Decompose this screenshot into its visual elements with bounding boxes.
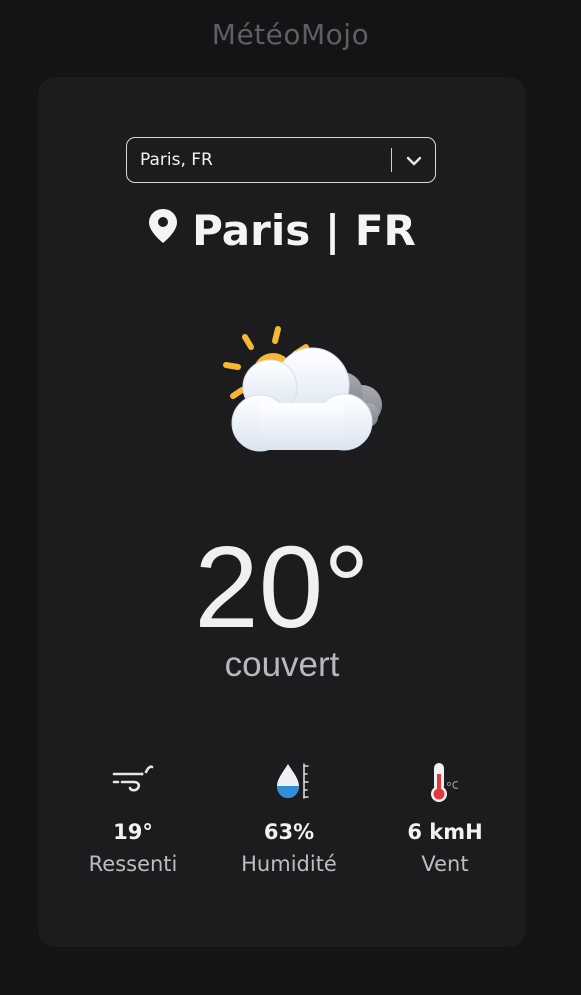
sun-behind-clouds-icon	[223, 326, 382, 452]
humidity-value: 63%	[263, 820, 315, 844]
app-title: MétéoMojo	[211, 18, 370, 51]
location-pin-icon	[149, 208, 178, 243]
humidity-drop-icon	[277, 763, 309, 799]
city-select-value: Paris, FR	[140, 150, 213, 170]
wind-value: 6 kmH	[407, 820, 483, 844]
wind-icon	[112, 765, 154, 792]
temperature: 20°	[194, 522, 370, 652]
feels-like-label: Ressenti	[88, 852, 178, 876]
location-heading: Paris | FR	[38, 203, 526, 255]
city-select[interactable]: Paris, FR	[126, 137, 436, 183]
select-separator	[391, 148, 392, 172]
wind-label: Vent	[421, 852, 469, 876]
thermometer-icon	[431, 763, 459, 802]
humidity-label: Humidité	[241, 852, 337, 876]
stat-wind: 6 kmH Vent	[375, 760, 515, 876]
feels-like-value: 19°	[113, 820, 153, 844]
location-text: Paris | FR	[192, 206, 416, 255]
chevron-down-icon[interactable]	[403, 152, 425, 170]
stat-feels-like: 19° Ressenti	[63, 760, 203, 876]
weather-card: Paris, FR Paris | FR 20° couvert 19° Res…	[38, 77, 526, 947]
weather-description: couvert	[224, 645, 340, 684]
stat-humidity: 63% Humidité	[219, 760, 359, 876]
